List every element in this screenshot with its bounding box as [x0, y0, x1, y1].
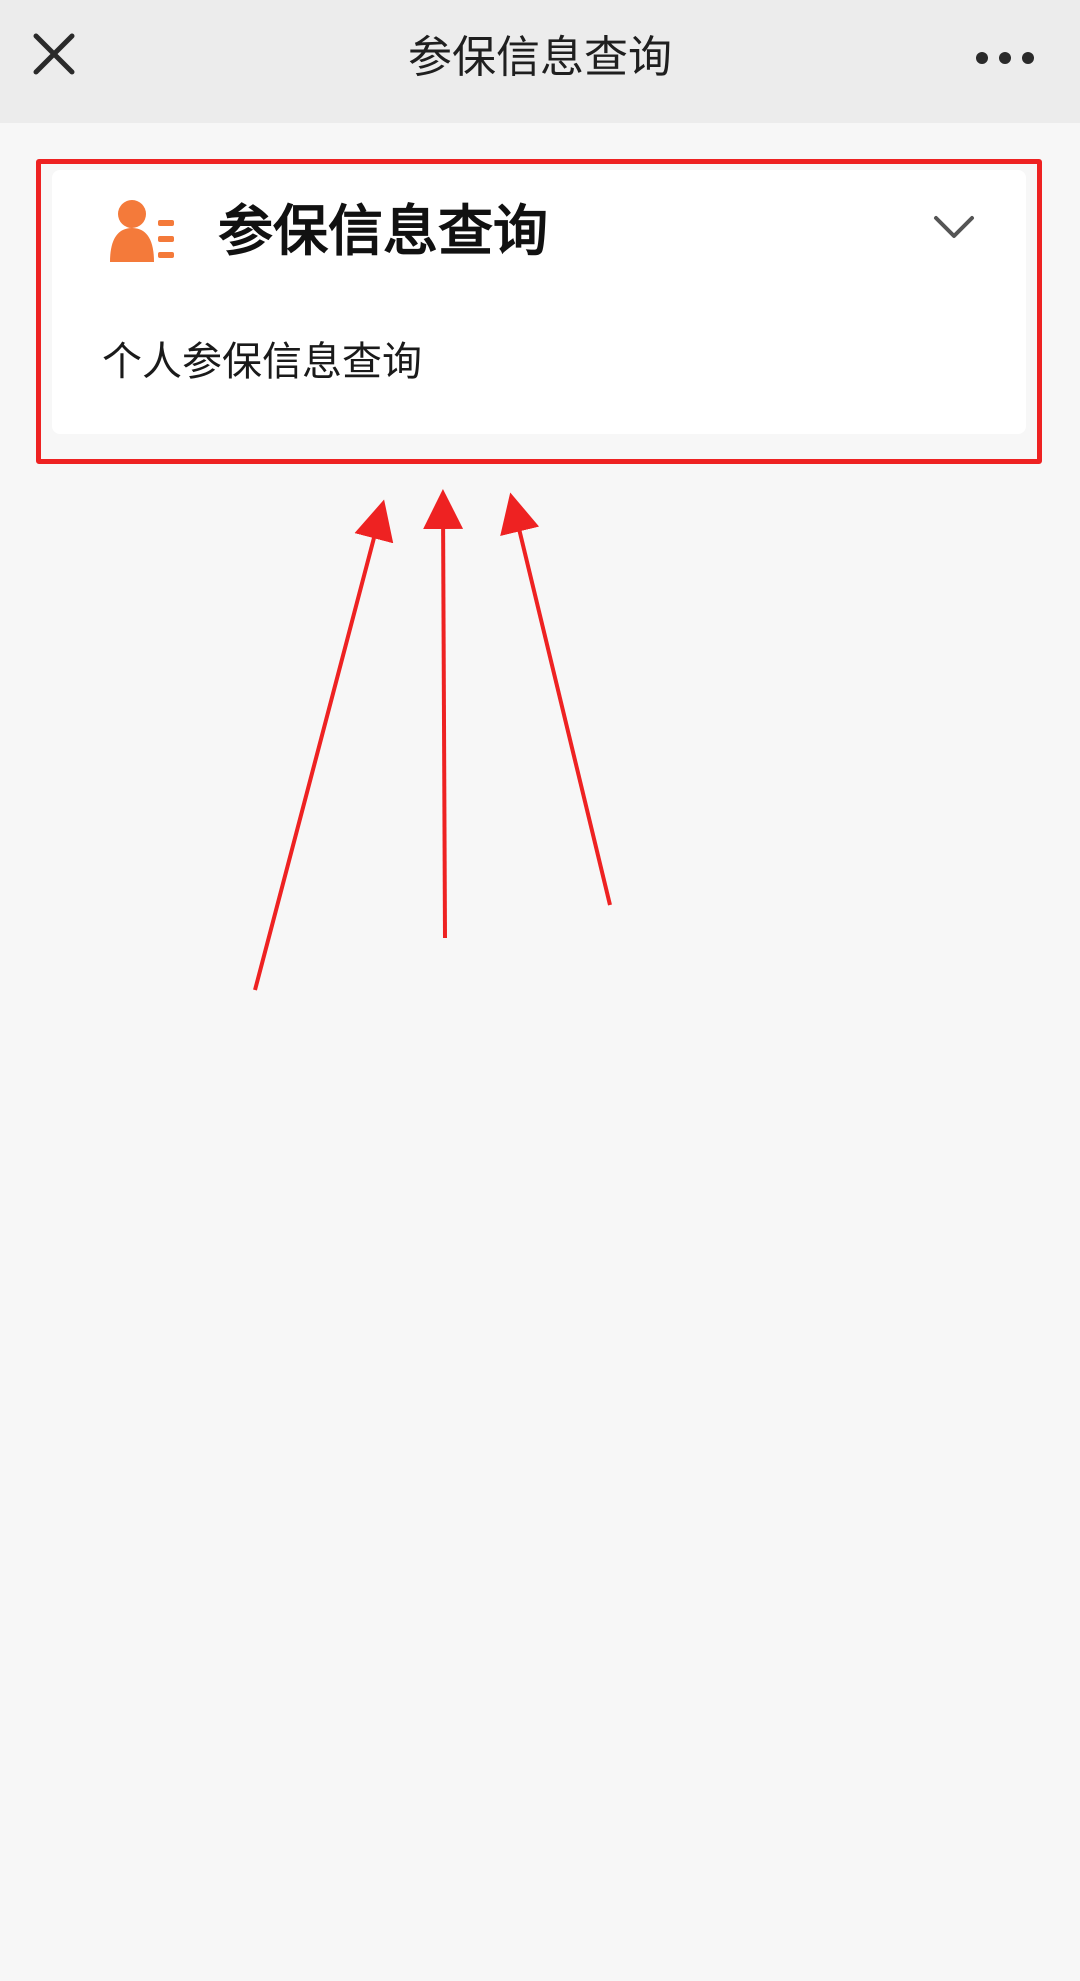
page-title: 参保信息查询	[408, 32, 672, 83]
more-dots-icon[interactable]	[970, 36, 1040, 80]
arrow-left	[253, 499, 394, 991]
top-nav-bar: 参保信息查询	[0, 0, 1080, 123]
arrow-right	[500, 492, 612, 906]
highlight-box	[36, 159, 1042, 464]
arrow-center	[423, 489, 464, 939]
